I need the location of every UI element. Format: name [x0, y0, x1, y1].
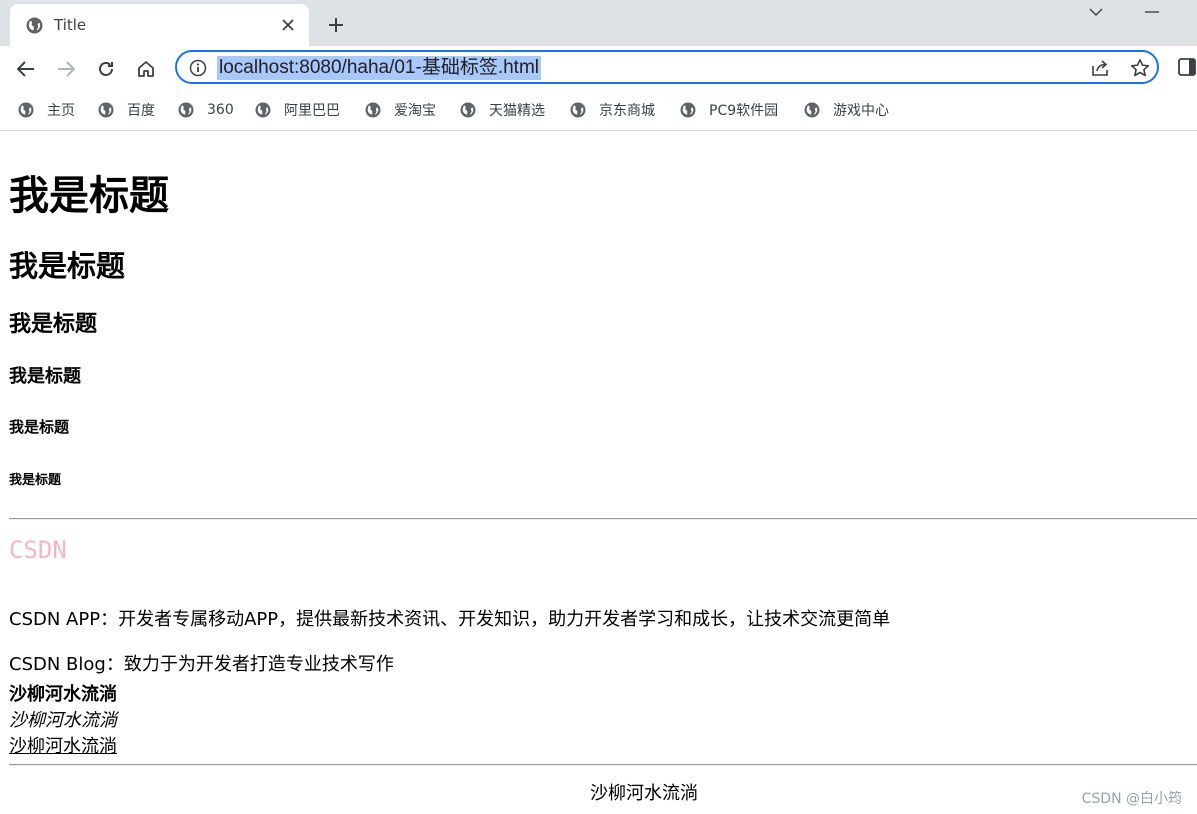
- globe-icon: [570, 102, 586, 118]
- bookmark-label: 360: [207, 102, 234, 118]
- horizontal-rule: [9, 764, 1197, 766]
- bookmark-label: 百度: [127, 103, 155, 119]
- bookmark-item[interactable]: 360: [178, 100, 234, 120]
- bookmark-label: PC9软件园: [709, 103, 779, 119]
- bookmark-label: 阿里巴巴: [284, 103, 340, 119]
- url-text[interactable]: localhost:8080/haha/01-基础标签.html: [217, 56, 541, 80]
- bookmark-label: 游戏中心: [833, 103, 889, 119]
- bookmark-star-icon[interactable]: [1130, 58, 1150, 78]
- bookmark-item[interactable]: PC9软件园: [680, 100, 778, 120]
- heading-h2: 我是标题: [9, 249, 126, 283]
- tab-active[interactable]: Title: [10, 4, 309, 46]
- bookmark-item[interactable]: 百度: [98, 100, 155, 120]
- minimize-icon[interactable]: [1141, 4, 1163, 20]
- bookmark-item[interactable]: 爱淘宝: [365, 100, 436, 120]
- underline-text: 沙柳河水流淌: [9, 736, 117, 757]
- globe-icon: [680, 102, 696, 118]
- globe-icon: [26, 17, 43, 34]
- new-tab-plus-icon[interactable]: [325, 14, 347, 36]
- reload-icon[interactable]: [94, 57, 118, 81]
- close-icon[interactable]: [279, 16, 297, 34]
- bookmark-label: 京东商城: [599, 103, 655, 119]
- centered-text: 沙柳河水流淌: [590, 783, 698, 804]
- side-panel-icon[interactable]: [1178, 58, 1196, 76]
- address-bar[interactable]: localhost:8080/haha/01-基础标签.html: [175, 50, 1159, 84]
- heading-h4: 我是标题: [9, 366, 81, 387]
- globe-icon: [18, 102, 34, 118]
- bookmark-item[interactable]: 京东商城: [570, 100, 655, 120]
- globe-icon: [98, 102, 114, 118]
- page-content: 我是标题 我是标题 我是标题 我是标题 我是标题 我是标题 CSDN CSDN …: [9, 132, 1197, 814]
- heading-h3: 我是标题: [9, 312, 98, 337]
- back-arrow-icon[interactable]: [14, 57, 38, 81]
- tab-title: Title: [54, 16, 87, 34]
- bookmark-label: 主页: [47, 103, 75, 119]
- horizontal-rule: [9, 518, 1197, 520]
- bookmark-item[interactable]: 游戏中心: [804, 100, 889, 120]
- bookmark-item[interactable]: 天猫精选: [460, 100, 545, 120]
- home-icon[interactable]: [134, 57, 158, 81]
- globe-icon: [804, 102, 820, 118]
- italic-text: 沙柳河水流淌: [9, 710, 117, 731]
- bookmarks-bar: 主页 百度 360 阿里巴巴 爱淘宝 天猫精选 京东商城 PC9软件园 游戏中心: [0, 92, 1197, 131]
- chevron-down-icon[interactable]: [1085, 4, 1107, 20]
- bookmark-label: 天猫精选: [489, 103, 545, 119]
- bold-text: 沙柳河水流淌: [9, 684, 117, 705]
- heading-h6: 我是标题: [9, 473, 62, 488]
- watermark: CSDN @白小筠: [1081, 791, 1182, 807]
- globe-icon: [178, 102, 194, 118]
- heading-h1: 我是标题: [9, 173, 169, 219]
- bookmark-item[interactable]: 主页: [18, 100, 75, 120]
- bookmark-item[interactable]: 阿里巴巴: [255, 100, 340, 120]
- forward-arrow-icon[interactable]: [54, 57, 78, 81]
- globe-icon: [365, 102, 381, 118]
- globe-icon: [255, 102, 271, 118]
- font-title: CSDN: [9, 536, 67, 564]
- info-icon[interactable]: [189, 59, 207, 77]
- paragraph-csdn-app: CSDN APP：开发者专属移动APP，提供最新技术资讯、开发知识，助力开发者学…: [9, 609, 891, 630]
- share-icon[interactable]: [1090, 58, 1110, 78]
- globe-icon: [460, 102, 476, 118]
- paragraph-csdn-blog: CSDN Blog：致力于为开发者打造专业技术写作: [9, 654, 394, 675]
- heading-h5: 我是标题: [9, 418, 70, 436]
- bookmark-label: 爱淘宝: [394, 103, 436, 119]
- tab-strip: Title: [0, 0, 1197, 46]
